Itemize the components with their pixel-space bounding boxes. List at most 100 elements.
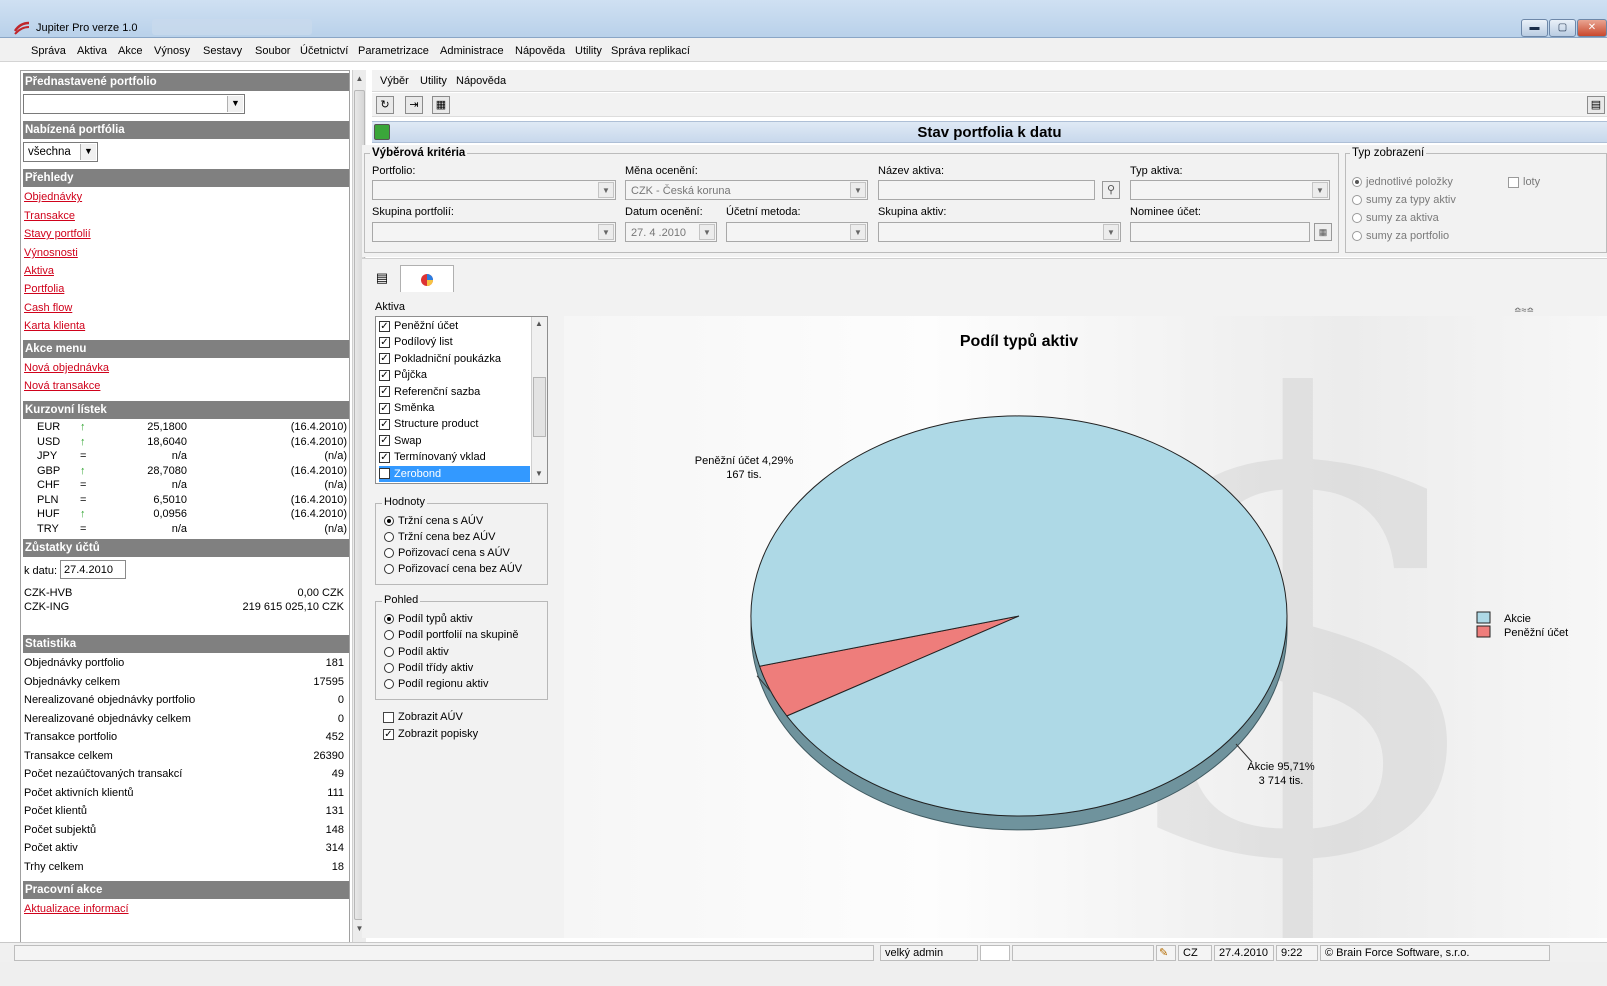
menu-sprava[interactable]: Správa (31, 45, 66, 57)
asset-list-scrollbar[interactable]: ▲ ▼ (531, 317, 547, 483)
asset-list-item[interactable]: ✓ Referenční sazba (379, 384, 530, 400)
asset-name-input[interactable] (878, 180, 1095, 200)
link-portfolia[interactable]: Portfolia (24, 283, 64, 295)
asset-group-select[interactable]: ▼ (878, 222, 1121, 242)
radio-icon (384, 630, 394, 641)
options-icon[interactable]: ▤ (1587, 96, 1605, 114)
asset-list-item[interactable]: ✓ Peněžní účet (379, 318, 530, 334)
menu-napoveda[interactable]: Nápověda (515, 45, 565, 57)
link-aktiva[interactable]: Aktiva (24, 265, 54, 277)
refresh-icon[interactable]: ↻ (376, 96, 394, 114)
menu-napoveda-sub[interactable]: Nápověda (456, 75, 506, 87)
checkbox-icon[interactable]: ✓ (379, 353, 390, 365)
checkbox-icon[interactable]: ✓ (379, 402, 390, 414)
checkbox-icon[interactable]: ✓ (379, 369, 390, 381)
link-cash-flow[interactable]: Cash flow (24, 302, 72, 314)
view-option-2[interactable]: Podíl aktiv (384, 646, 449, 658)
link-objednavky[interactable]: Objednávky (24, 191, 82, 203)
asset-list-item[interactable]: ✓ Podílový list (379, 334, 530, 350)
view-option-4[interactable]: Podíl regionu aktiv (384, 678, 489, 690)
scroll-up-icon[interactable]: ▲ (354, 72, 365, 86)
preset-portfolio-select[interactable]: ▼ (23, 94, 245, 114)
asset-list-item[interactable]: ✓ Zerobond (379, 465, 530, 482)
checkbox-icon[interactable]: ✓ (379, 468, 390, 480)
display-option-0[interactable]: jednotlivé položky (1352, 176, 1453, 188)
link-transakce[interactable]: Transakce (24, 210, 75, 222)
accounting-method-select[interactable]: ▼ (726, 222, 868, 242)
keyboard-icon: ✎ (1156, 945, 1176, 961)
valuation-date-select[interactable]: 27. 4 .2010 ▼ (625, 222, 717, 242)
link-vynosnosti[interactable]: Výnosnosti (24, 247, 78, 259)
fx-currency: CHF (37, 479, 60, 491)
menu-sestavy[interactable]: Sestavy (203, 45, 242, 57)
menu-soubor[interactable]: Soubor (255, 45, 290, 57)
chart-tools-icon[interactable]: ≏≈≏ (1514, 305, 1534, 316)
scroll-down-icon[interactable]: ▼ (535, 469, 543, 478)
link-nova-objednavka[interactable]: Nová objednávka (24, 362, 109, 374)
menu-vynosy[interactable]: Výnosy (154, 45, 190, 57)
asset-type-select[interactable]: ▼ (1130, 180, 1330, 200)
view-option-3[interactable]: Podíl třídy aktiv (384, 662, 473, 674)
asset-list-item[interactable]: ✓ Směnka (379, 400, 530, 416)
menu-akce[interactable]: Akce (118, 45, 142, 57)
close-button[interactable]: ✕ (1577, 19, 1607, 37)
asset-list-item[interactable]: ✓ Termínovaný vklad (379, 449, 530, 465)
menu-administrace[interactable]: Administrace (440, 45, 504, 57)
sublabel-penezni-ucet: 167 tis. (726, 469, 761, 481)
values-option-1[interactable]: Tržní cena bez AÚV (384, 531, 495, 543)
chart-view-tab[interactable] (400, 265, 454, 293)
expand-icon[interactable]: ▦ (432, 96, 450, 114)
link-stavy-portfolii[interactable]: Stavy portfolií (24, 228, 91, 240)
show-labels-checkbox[interactable]: ✓ Zobrazit popisky (383, 728, 478, 740)
portfolio-select[interactable]: ▼ (372, 180, 616, 200)
radio-icon (384, 647, 394, 658)
maximize-button[interactable]: ▢ (1549, 19, 1576, 37)
checkbox-icon[interactable]: ✓ (379, 418, 390, 430)
display-option-2[interactable]: sumy za aktiva (1352, 212, 1439, 224)
export-icon[interactable]: ⇥ (405, 96, 423, 114)
asset-list-item[interactable]: ✓ Pokladniční poukázka (379, 351, 530, 367)
view-option-0[interactable]: Podíl typů aktiv (384, 613, 473, 625)
loty-checkbox[interactable]: loty (1508, 176, 1540, 188)
menu-utility-sub[interactable]: Utility (420, 75, 447, 87)
menu-aktiva[interactable]: Aktiva (77, 45, 107, 57)
stat-label: Trhy celkem (24, 860, 84, 873)
display-option-3[interactable]: sumy za portfolio (1352, 230, 1449, 242)
nominee-account-input[interactable] (1130, 222, 1310, 242)
menu-sprava-replikaci[interactable]: Správa replikací (611, 45, 690, 57)
calendar-icon[interactable]: ▦ (1314, 223, 1332, 241)
values-option-3[interactable]: Pořizovací cena bez AÚV (384, 563, 522, 575)
scroll-thumb[interactable] (533, 377, 546, 437)
values-option-0[interactable]: Tržní cena s AÚV (384, 515, 483, 527)
checkbox-icon[interactable]: ✓ (379, 435, 390, 447)
asset-list-item[interactable]: ✓ Structure product (379, 416, 530, 432)
checkbox-icon[interactable]: ✓ (379, 386, 390, 398)
table-view-tab[interactable]: ▤ (366, 265, 398, 293)
checkbox-icon[interactable]: ✓ (379, 336, 390, 348)
search-icon[interactable]: ⚲ (1102, 181, 1120, 199)
scroll-up-icon[interactable]: ▲ (535, 319, 543, 328)
link-nova-transakce[interactable]: Nová transakce (24, 380, 100, 392)
checkbox-icon[interactable]: ✓ (379, 320, 390, 332)
checkbox-icon[interactable]: ✓ (379, 451, 390, 463)
chevron-down-icon: ▼ (598, 224, 614, 240)
asset-list-item[interactable]: ✓ Půjčka (379, 367, 530, 383)
currency-select[interactable]: CZK - Česká koruna ▼ (625, 180, 868, 200)
menu-ucetnictvi[interactable]: Účetnictví (300, 45, 348, 57)
k-datu-input[interactable]: 27.4.2010 (60, 560, 126, 579)
values-option-2[interactable]: Pořizovací cena s AÚV (384, 547, 510, 559)
menu-parametrizace[interactable]: Parametrizace (358, 45, 429, 57)
link-aktualizace-informaci[interactable]: Aktualizace informací (24, 903, 129, 915)
menu-vyber[interactable]: Výběr (380, 75, 409, 87)
show-auv-checkbox[interactable]: Zobrazit AÚV (383, 711, 463, 723)
link-karta-klienta[interactable]: Karta klienta (24, 320, 85, 332)
display-option-1[interactable]: sumy za typy aktiv (1352, 194, 1456, 206)
asset-list-item[interactable]: ✓ Swap (379, 433, 530, 449)
offered-portfolios-select[interactable]: všechna ▼ (23, 142, 98, 162)
minimize-button[interactable]: ▬ (1521, 19, 1548, 37)
menu-utility[interactable]: Utility (575, 45, 602, 57)
bottom-strip (0, 962, 1607, 986)
stat-label: Transakce celkem (24, 749, 113, 762)
view-option-1[interactable]: Podíl portfolií na skupině (384, 629, 518, 641)
portfolio-group-select[interactable]: ▼ (372, 222, 616, 242)
